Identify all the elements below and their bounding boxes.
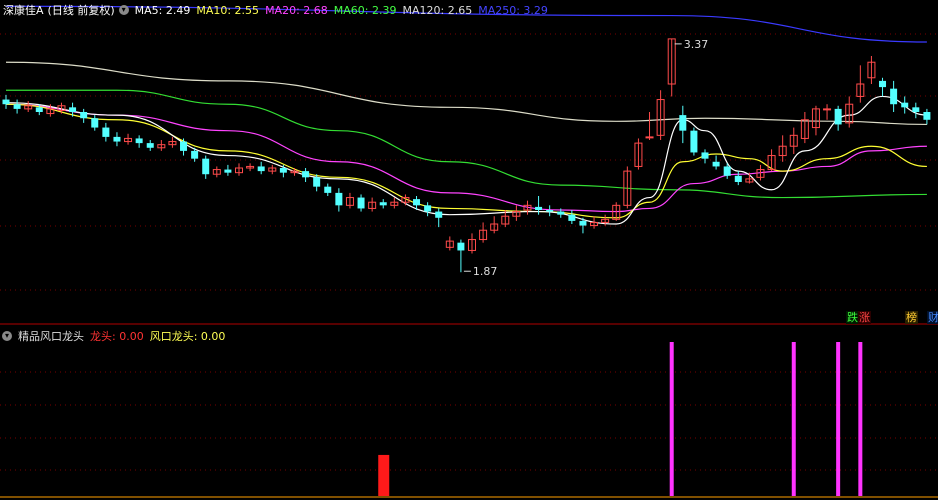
candle-body-61 <box>679 115 687 131</box>
candle-body-3 <box>35 107 43 112</box>
candle-body-34 <box>379 202 387 206</box>
wind-dragon-bar-0 <box>669 342 674 496</box>
candle-body-30 <box>335 192 343 206</box>
candle-body-38 <box>424 205 432 212</box>
candle-body-8 <box>91 118 99 128</box>
indicator-bars <box>378 342 863 496</box>
candle-body-17 <box>191 150 199 159</box>
ma5-value: MA5: 2.49 <box>134 3 191 17</box>
wind-dragon-bar-2 <box>836 342 841 496</box>
period-label[interactable]: (日线 前复权) <box>48 2 115 18</box>
dragon-value: 龙头: 0.00 <box>90 330 144 343</box>
stock-title[interactable]: 深康佳A <box>3 2 44 18</box>
candle-body-48 <box>535 206 543 210</box>
ma60-value: MA60: 2.39 <box>333 3 397 17</box>
kline-chart[interactable]: 3.37 1.87 <box>0 0 938 500</box>
indicator-toggle-icon[interactable]: ▾ <box>2 331 12 341</box>
candle-body-79 <box>879 80 887 88</box>
candle-body-6 <box>69 107 77 112</box>
ma10-line <box>5 103 927 219</box>
candle-body-20 <box>224 169 232 173</box>
candle-body-10 <box>113 136 121 142</box>
ma20-value: MA20: 2.68 <box>265 3 328 17</box>
candle-body-28 <box>313 177 321 187</box>
candle-body-83 <box>923 112 931 120</box>
candle-body-49 <box>546 210 554 212</box>
dragon-bar-0 <box>378 454 390 496</box>
candle-body-80 <box>890 88 898 105</box>
ma120-value: MA120: 2.65 <box>402 3 473 17</box>
candles <box>2 38 931 273</box>
candle-body-18 <box>202 158 210 175</box>
candle-body-16 <box>180 141 188 151</box>
tag-list[interactable]: 榜 <box>905 311 918 324</box>
candle-body-41 <box>457 242 465 251</box>
candle-body-9 <box>102 127 110 137</box>
main-header: 深康佳A (日线 前复权) ▾ MA5: 2.49 MA10: 2.55 MA2… <box>0 0 554 20</box>
candle-body-81 <box>901 102 909 108</box>
candle-body-50 <box>557 211 565 215</box>
candle-body-75 <box>834 108 842 125</box>
candle-body-66 <box>734 175 742 182</box>
candle-body-74 <box>823 108 832 111</box>
candle-body-0 <box>2 99 10 105</box>
ma5-line <box>5 95 927 225</box>
grid-lines <box>0 33 938 498</box>
candle-body-7 <box>80 112 88 119</box>
settings-toggle-icon[interactable]: ▾ <box>118 5 129 15</box>
ma10-value: MA10: 2.55 <box>196 3 260 17</box>
candle-body-63 <box>701 152 709 159</box>
ma120-line <box>5 61 927 126</box>
candle-body-32 <box>357 197 365 209</box>
indicator-name[interactable]: 精品风口龙头 <box>18 328 84 344</box>
candle-body-82 <box>912 107 920 112</box>
candle-body-12 <box>135 138 143 144</box>
candle-body-52 <box>579 220 587 226</box>
high-price-label: 3.37 <box>684 38 709 51</box>
candle-body-29 <box>324 186 332 193</box>
candle-body-1 <box>13 104 21 109</box>
indicator-header: ▾ 精品风口龙头 龙头: 0.00 风口龙头: 0.00 <box>0 326 231 346</box>
candle-body-51 <box>568 214 576 221</box>
candle-body-65 <box>723 166 731 176</box>
ma-lines <box>5 5 927 225</box>
wind-dragon-bar-1 <box>791 342 796 496</box>
candle-body-58 <box>645 136 654 139</box>
candle-body-39 <box>435 211 443 218</box>
candle-body-25 <box>279 168 287 173</box>
candle-body-27 <box>302 171 310 178</box>
tag-finance[interactable]: 财 <box>927 311 938 324</box>
low-price-label: 1.87 <box>473 265 498 278</box>
wind-dragon-bar-3 <box>858 342 863 496</box>
candle-body-23 <box>257 166 265 172</box>
wind-dragon-value: 风口龙头: 0.00 <box>149 330 226 343</box>
candle-body-13 <box>146 143 154 148</box>
candle-body-37 <box>413 199 421 206</box>
ma250-value: MA250: 3.29 <box>478 3 548 17</box>
candle-body-64 <box>712 161 720 167</box>
candle-body-62 <box>690 130 698 153</box>
tag-rise[interactable]: 涨 <box>858 311 871 324</box>
ma60-line <box>6 89 927 199</box>
